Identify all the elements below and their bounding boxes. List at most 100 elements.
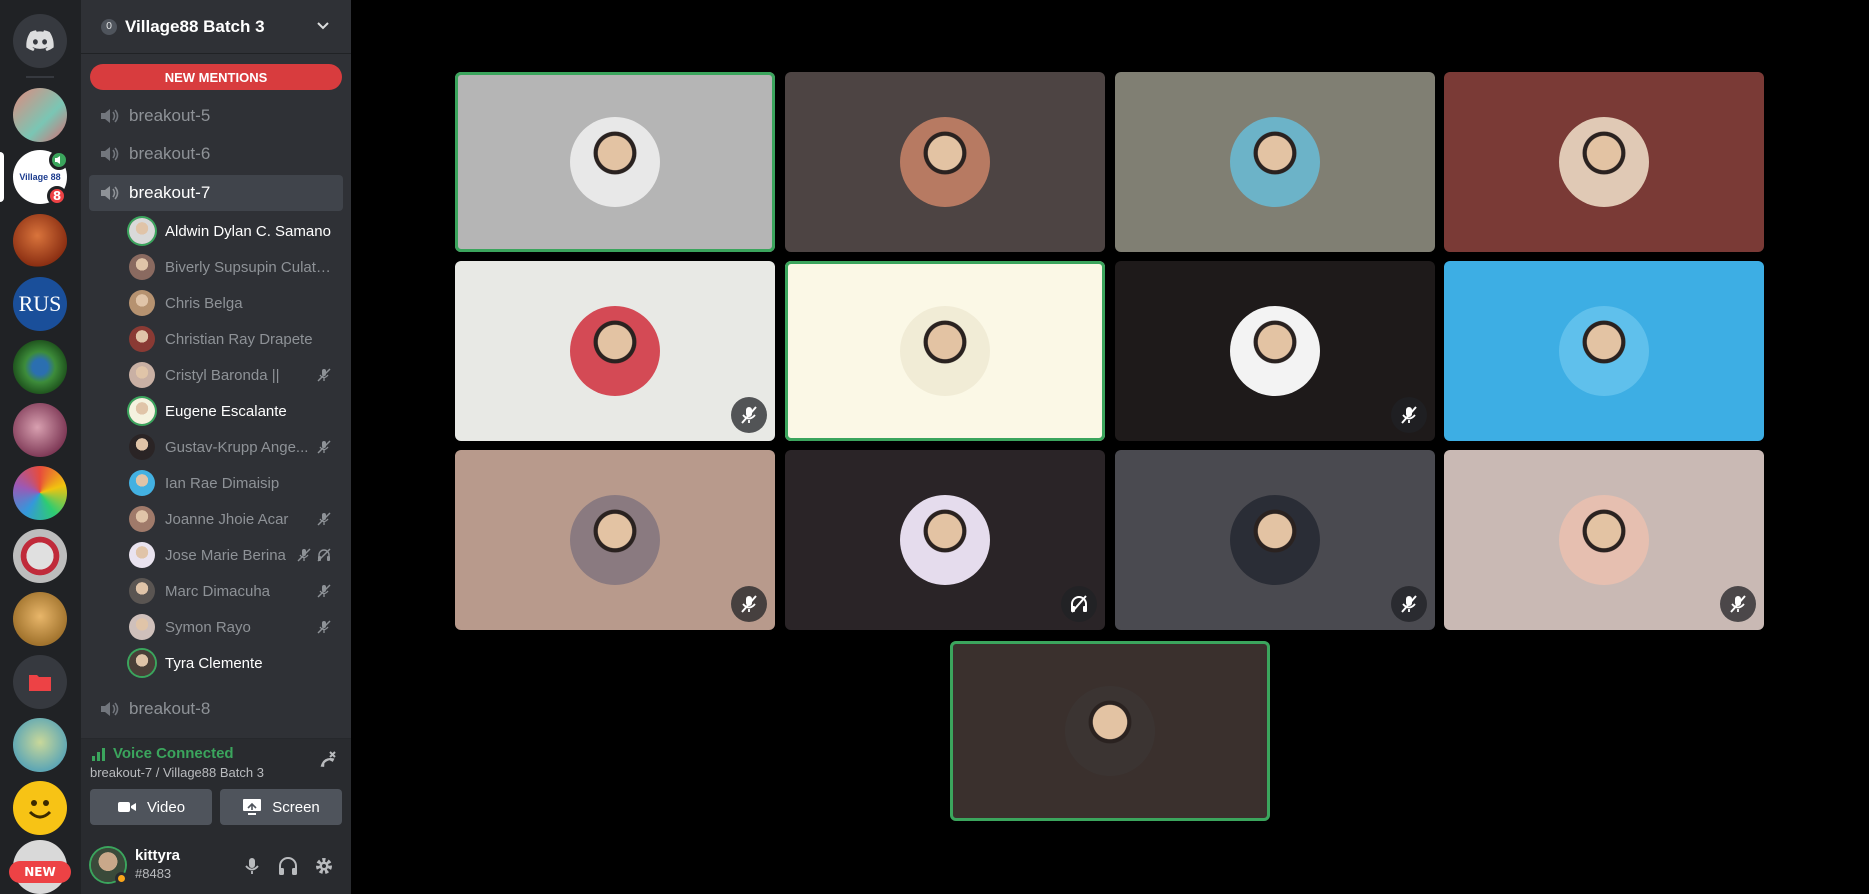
participant-avatar (900, 495, 990, 585)
gear-icon[interactable] (314, 856, 334, 876)
server-icon-moon[interactable] (13, 403, 67, 457)
speaker-icon (101, 147, 119, 161)
participant-tile[interactable] (455, 72, 775, 252)
camera-icon (117, 802, 136, 812)
discord-home-button[interactable] (13, 14, 67, 68)
participant-tile[interactable] (1115, 72, 1435, 252)
user-tag: #8483 (135, 866, 172, 881)
microphone-icon[interactable] (242, 856, 262, 876)
participant-avatar (570, 117, 660, 207)
voice-active-icon (49, 150, 69, 170)
chevron-down-icon[interactable] (315, 18, 331, 34)
mic-muted-icon (1401, 406, 1417, 424)
participant-tile[interactable] (1444, 261, 1764, 441)
member-name: Chris Belga (165, 294, 243, 312)
participant-tile[interactable] (785, 261, 1105, 441)
voice-member[interactable]: Ian Rae Dimaisip (129, 466, 343, 500)
mic-muted-icon (741, 406, 757, 424)
voice-member[interactable]: Gustav-Krupp Ange... (129, 430, 343, 464)
member-status-icons (317, 440, 331, 454)
member-name: Eugene Escalante (165, 402, 287, 420)
member-status-icons (317, 620, 331, 634)
member-avatar (129, 578, 155, 604)
folder-icon (29, 675, 51, 691)
muted-indicator (1720, 586, 1756, 622)
voice-member[interactable]: Joanne Jhoie Acar (129, 502, 343, 536)
voice-connection-panel: Voice Connected breakout-7 / Village88 B… (81, 738, 351, 838)
member-status-icons (297, 548, 331, 562)
voice-member[interactable]: Cristyl Baronda || (129, 358, 343, 392)
voice-member[interactable]: Jose Marie Berina (129, 538, 343, 572)
headphones-deafened-icon (1071, 595, 1087, 613)
member-avatar (129, 542, 155, 568)
participant-tile[interactable] (1115, 450, 1435, 630)
member-name: Aldwin Dylan C. Samano (165, 222, 331, 240)
member-name: Ian Rae Dimaisip (165, 474, 280, 492)
user-name: kittyra (135, 847, 181, 864)
member-avatar (129, 506, 155, 532)
participant-avatar (570, 495, 660, 585)
voice-member[interactable]: Chris Belga (129, 286, 343, 320)
participant-tile[interactable] (785, 450, 1105, 630)
new-unreads-pill[interactable]: NEW (9, 861, 71, 883)
disconnect-icon[interactable] (315, 749, 337, 771)
server-icon-retro[interactable] (13, 88, 67, 142)
voice-member[interactable]: Biverly Supsupin Culaton (129, 250, 343, 284)
member-avatar (129, 254, 155, 280)
server-icon-squidward[interactable] (13, 718, 67, 772)
headphones-icon[interactable] (277, 856, 299, 876)
voice-status[interactable]: Voice Connected (91, 745, 234, 762)
server-icon-planet[interactable] (13, 340, 67, 394)
channel-label: breakout-8 (129, 699, 211, 718)
server-icon-smiley[interactable] (13, 781, 67, 835)
voice-channel-breakout-7[interactable]: breakout-7 (89, 175, 343, 211)
server-icon-techmeup[interactable] (13, 466, 67, 520)
voice-member[interactable]: Tyra Clemente (129, 646, 343, 680)
member-name: Cristyl Baronda || (165, 366, 280, 384)
mentions-badge: 8 (47, 186, 67, 206)
video-button[interactable]: Video (90, 789, 212, 825)
participant-tile[interactable] (1115, 261, 1435, 441)
member-name: Joanne Jhoie Acar (165, 510, 289, 528)
mic-muted-icon (317, 368, 331, 382)
member-avatar (129, 614, 155, 640)
voice-member[interactable]: Aldwin Dylan C. Samano (129, 214, 343, 248)
participant-avatar (570, 306, 660, 396)
voice-channel-breakout-8[interactable]: breakout-8 (89, 691, 343, 727)
participant-tile[interactable] (785, 72, 1105, 252)
voice-member[interactable]: Eugene Escalante (129, 394, 343, 428)
voice-member[interactable]: Symon Rayo (129, 610, 343, 644)
participant-tile[interactable] (1444, 450, 1764, 630)
voice-status-label: Voice Connected (113, 745, 234, 762)
speaker-icon (101, 702, 119, 716)
member-name: Christian Ray Drapete (165, 330, 313, 348)
voice-channel-breakout-5[interactable]: breakout-5 (89, 98, 343, 134)
smiley-icon (28, 800, 52, 819)
muted-indicator (731, 397, 767, 433)
mic-muted-icon (297, 548, 311, 562)
new-mentions-banner[interactable]: NEW MENTIONS (90, 64, 342, 90)
channel-label: breakout-5 (129, 106, 211, 125)
participant-tile[interactable] (950, 641, 1270, 821)
server-icon-programming[interactable] (13, 529, 67, 583)
guild-boost-badge: 0 (101, 18, 117, 35)
member-status-icons (317, 368, 331, 382)
server-icon-doge[interactable] (13, 592, 67, 646)
guild-header[interactable]: 0 Village88 Batch 3 (81, 0, 351, 54)
voice-channel-breakout-6[interactable]: breakout-6 (89, 136, 343, 172)
member-avatar (129, 470, 155, 496)
participant-tile[interactable] (1444, 72, 1764, 252)
screen-share-icon (243, 799, 262, 815)
mic-muted-icon (317, 620, 331, 634)
server-icon-mars[interactable] (13, 214, 67, 268)
server-icon-rus[interactable]: RUS (13, 277, 67, 331)
participant-tile[interactable] (455, 450, 775, 630)
participant-tile[interactable] (455, 261, 775, 441)
voice-location[interactable]: breakout-7 / Village88 Batch 3 (90, 765, 264, 780)
server-folder[interactable] (13, 655, 67, 709)
member-name: Tyra Clemente (165, 654, 263, 672)
voice-member[interactable]: Christian Ray Drapete (129, 322, 343, 356)
screen-share-button[interactable]: Screen (220, 789, 342, 825)
voice-member[interactable]: Marc Dimacuha (129, 574, 343, 608)
participant-avatar (1559, 117, 1649, 207)
